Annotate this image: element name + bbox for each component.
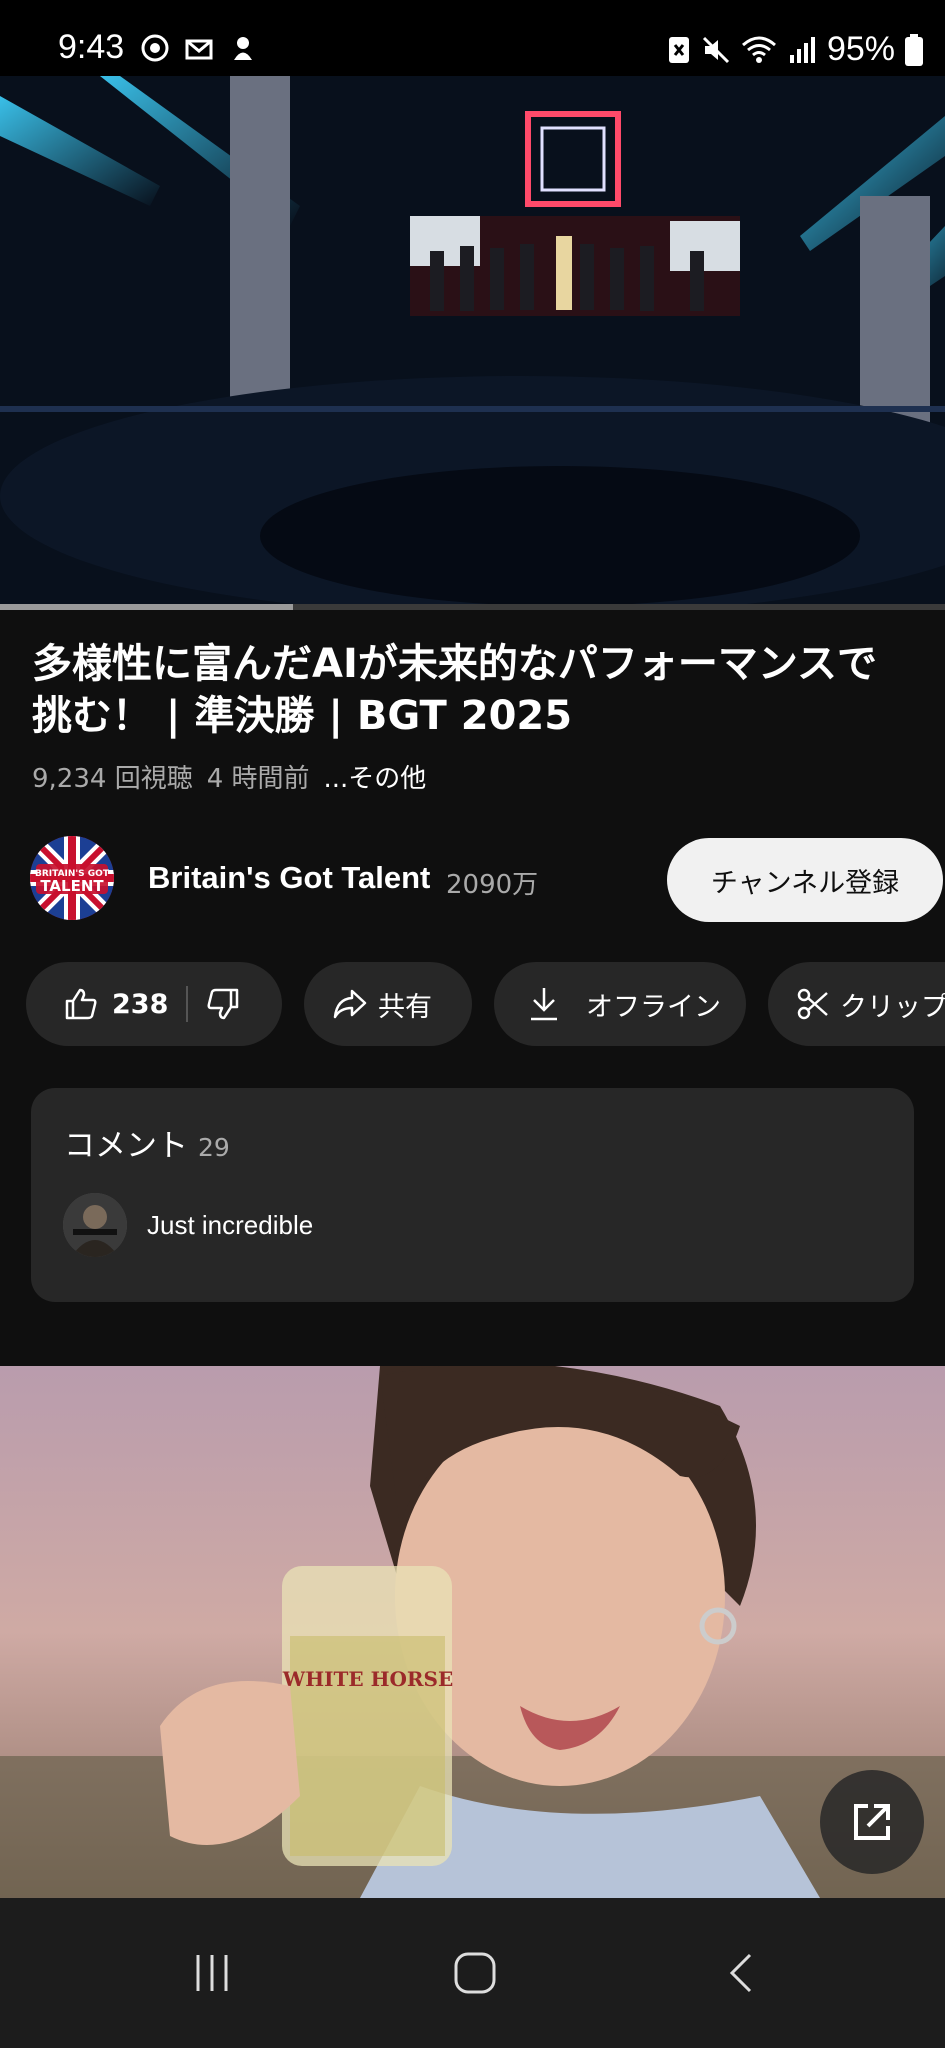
video-title[interactable]: 多様性に富んだAIが未来的なパフォーマンスで挑む！ | 準決勝 | BGT 20… bbox=[32, 638, 912, 742]
status-bar: 9:43 95% bbox=[0, 0, 945, 76]
clip-button[interactable]: クリップ bbox=[768, 962, 945, 1046]
action-bar: 238 共有 オフライン クリップ bbox=[26, 962, 945, 1046]
dislike-button[interactable] bbox=[206, 987, 240, 1021]
like-count: 238 bbox=[112, 988, 169, 1020]
signal-icon bbox=[789, 36, 815, 63]
thumbs-up-icon bbox=[65, 988, 97, 1020]
comments-count: 29 bbox=[198, 1133, 230, 1162]
open-external-button[interactable] bbox=[820, 1770, 924, 1874]
like-button[interactable]: 238 bbox=[64, 987, 168, 1021]
mail-icon bbox=[185, 39, 213, 60]
notification-icon bbox=[234, 37, 252, 60]
download-label: オフライン bbox=[586, 991, 721, 1023]
more-link[interactable]: ...その他 bbox=[324, 758, 427, 795]
commenter-avatar bbox=[63, 1193, 127, 1257]
comments-panel[interactable]: コメント 29 Just incredible bbox=[31, 1088, 914, 1302]
channel-avatar[interactable]: BRITAIN'S GOT TALENT bbox=[30, 836, 114, 920]
thumbs-down-icon bbox=[207, 988, 239, 1020]
ad-video[interactable]: WHITE HORSE bbox=[0, 1366, 945, 1898]
back-icon bbox=[729, 1953, 752, 1993]
video-meta[interactable]: 9,234 回視聴 4 時間前 ...その他 bbox=[32, 758, 426, 795]
battery-icon bbox=[905, 33, 923, 66]
mute-icon bbox=[702, 36, 729, 63]
status-left-icons bbox=[140, 33, 258, 63]
system-nav-bar bbox=[0, 1898, 945, 2048]
like-dislike-pill: 238 bbox=[26, 962, 282, 1046]
view-count: 9,234 回視聴 bbox=[32, 764, 193, 794]
download-button[interactable]: オフライン bbox=[494, 962, 746, 1046]
stage-performance-image bbox=[0, 76, 945, 604]
share-button[interactable]: 共有 bbox=[304, 962, 472, 1046]
sync-icon bbox=[141, 34, 169, 62]
svg-text:TALENT: TALENT bbox=[40, 877, 104, 895]
channel-row[interactable]: BRITAIN'S GOT TALENT Britain's Got Talen… bbox=[30, 836, 943, 924]
download-icon bbox=[531, 988, 557, 1021]
recent-apps-button[interactable] bbox=[172, 1938, 252, 2008]
share-label: 共有 bbox=[378, 991, 432, 1023]
share-icon bbox=[333, 989, 367, 1019]
status-time: 9:43 bbox=[58, 28, 125, 66]
subscriber-count: 2090万 bbox=[446, 870, 539, 900]
home-button[interactable] bbox=[435, 1938, 515, 2008]
scissors-icon bbox=[797, 988, 828, 1020]
top-comment-text: Just incredible bbox=[147, 1210, 314, 1240]
channel-name[interactable]: Britain's Got Talent bbox=[148, 860, 430, 896]
video-progress-fill bbox=[0, 604, 293, 610]
battery-percent: 95% bbox=[826, 30, 895, 68]
like-divider bbox=[186, 986, 189, 1022]
ad-brand-text: WHITE HORSE bbox=[282, 1667, 453, 1691]
back-button[interactable] bbox=[702, 1938, 782, 2008]
nfc-icon bbox=[668, 36, 689, 63]
comments-label: コメント bbox=[64, 1128, 188, 1164]
comments-header: コメント 29 bbox=[64, 1120, 230, 1165]
wifi-icon bbox=[741, 36, 776, 63]
open-external-icon bbox=[854, 1804, 890, 1840]
bgt-logo-icon: BRITAIN'S GOT TALENT bbox=[30, 836, 114, 920]
status-right-icons: 95% bbox=[667, 30, 923, 69]
ad-image: WHITE HORSE bbox=[0, 1366, 945, 1898]
subscribe-button[interactable]: チャンネル登録 bbox=[667, 838, 943, 922]
video-player[interactable] bbox=[0, 76, 945, 604]
clip-label: クリップ bbox=[840, 991, 945, 1023]
recent-apps-icon bbox=[196, 1955, 228, 1991]
home-icon bbox=[454, 1952, 496, 1994]
video-progress-bar[interactable] bbox=[0, 604, 945, 610]
upload-age: 4 時間前 bbox=[206, 764, 310, 794]
